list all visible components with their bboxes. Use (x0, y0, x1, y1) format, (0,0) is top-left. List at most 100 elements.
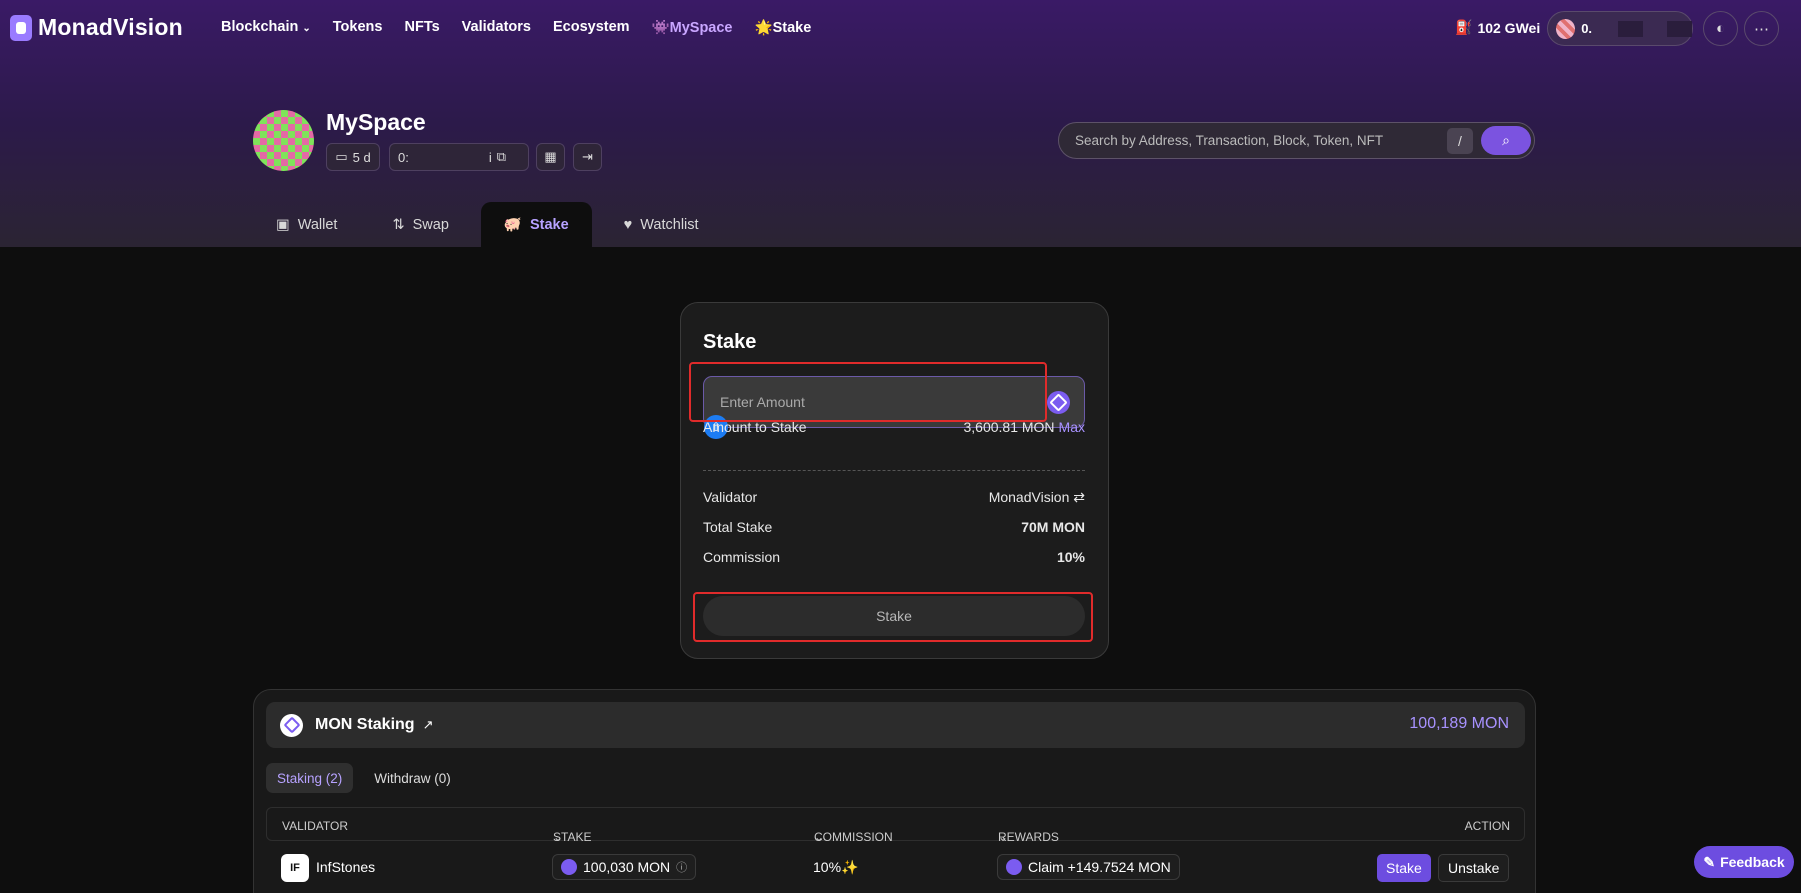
myspace-tabs: ▣ Wallet ⇅ Swap 🐖 Stake ♥ Watchlist (253, 202, 731, 247)
profile-address-suffix: i (488, 149, 492, 165)
total-stake-label: Total Stake (703, 519, 773, 535)
amount-to-stake-value-group: 3,600.81 MON Max (963, 419, 1085, 435)
sort-caret-icon: ⌄ (998, 830, 1009, 844)
sparkle-icon: 🌟 (754, 20, 773, 36)
redacted-address (1618, 20, 1644, 37)
nav-validators[interactable]: Validators (462, 19, 531, 36)
staking-total: 100,189 MON (1409, 715, 1509, 732)
validator-row: Validator MonadVision ⇄ (703, 489, 1085, 506)
calendar-icon: ▭ (335, 149, 348, 164)
amount-to-stake-label: Amount to Stake (703, 419, 807, 435)
claim-rewards-button[interactable]: Claim +149.7524 MON (997, 854, 1180, 880)
feedback-button[interactable]: ✎ Feedback (1694, 846, 1794, 878)
search-placeholder: Search by Address, Transaction, Block, T… (1075, 133, 1384, 148)
row-unstake-button[interactable]: Unstake (1438, 854, 1510, 882)
heart-icon: ♥ (623, 216, 633, 233)
nav-blockchain[interactable]: Blockchain ⌄ (221, 19, 311, 36)
piggy-bank-icon: 🐖 (503, 217, 522, 233)
search-shortcut-key: / (1447, 128, 1473, 154)
brand-name: MonadVision (38, 14, 183, 40)
highlight-stake-button (693, 592, 1093, 642)
qr-code-icon: ▦ (544, 149, 557, 164)
account-age-chip: ▭ 5 d (326, 143, 380, 171)
nav-tokens[interactable]: Tokens (333, 19, 383, 36)
table-header: VALIDATOR STAKE ⌄ COMMISSION ⌄ REWARDS ⌄… (266, 807, 1525, 844)
gas-price: ⛽ 102 GWei (1455, 19, 1540, 36)
more-menu-button[interactable]: ⋯ (1744, 11, 1779, 46)
nav-myspace[interactable]: 👾MySpace (652, 19, 733, 36)
tab-watchlist-label: Watchlist (640, 216, 699, 233)
validator-value: MonadVision (988, 489, 1070, 505)
stake-amount: 100,030 MON (583, 859, 671, 875)
validator-selector[interactable]: MonadVision ⇄ (989, 489, 1085, 506)
row-stake-button[interactable]: Stake (1377, 854, 1431, 882)
feedback-icon: ✎ (1703, 853, 1716, 870)
commission-label: Commission (703, 549, 781, 565)
mon-token-icon (280, 713, 303, 737)
total-stake-value: 70M MON (1021, 519, 1085, 535)
max-button[interactable]: Max (1059, 419, 1085, 435)
account-address: 0. (1581, 21, 1593, 36)
chevron-down-icon: ⌄ (302, 23, 311, 34)
commission-row: Commission 10% (703, 549, 1085, 565)
info-icon[interactable]: ⓘ (676, 859, 687, 875)
subtab-withdraw[interactable]: Withdraw (0) (363, 763, 462, 793)
sort-caret-icon: ⌄ (553, 830, 564, 844)
table-row: IF InfStones 100,030 MON ⓘ 10%✨ Claim +1… (266, 848, 1525, 888)
nav-blockchain-label: Blockchain (221, 19, 299, 35)
mon-token-icon (1047, 391, 1070, 414)
search-icon: ⌕ (1502, 132, 1510, 148)
subtab-staking[interactable]: Staking (2) (266, 763, 354, 793)
amount-to-stake-row: Amount to Stake 3,600.81 MON Max (703, 419, 1085, 435)
wallet-icon: ▣ (276, 216, 290, 233)
external-link-icon[interactable]: ↗ (423, 717, 434, 733)
contrast-icon: ◐ (1715, 20, 1726, 37)
profile-avatar (253, 110, 314, 171)
more-dots-icon: ⋯ (1754, 20, 1769, 38)
brand-logo[interactable]: MonadVision (10, 14, 183, 41)
staking-subtabs: Staking (2) Withdraw (0) (266, 763, 462, 793)
commission-value: 10% (1056, 549, 1085, 565)
nav-ecosystem[interactable]: Ecosystem (553, 19, 630, 36)
total-stake-row: Total Stake 70M MON (703, 519, 1085, 535)
tab-swap[interactable]: ⇅ Swap (369, 202, 471, 247)
validator-name[interactable]: InfStones (316, 859, 375, 875)
tab-wallet[interactable]: ▣ Wallet (253, 202, 360, 247)
profile-address: 0: (398, 149, 409, 165)
copy-icon[interactable]: ⧉ (497, 149, 506, 165)
main-nav: Blockchain ⌄ Tokens NFTs Validators Ecos… (221, 19, 833, 36)
switch-icon: ⇄ (1073, 489, 1085, 505)
logout-icon: ⇥ (582, 149, 593, 164)
col-action: ACTION (1464, 819, 1510, 833)
claim-rewards-label: Claim +149.7524 MON (1028, 859, 1171, 875)
amount-to-stake-value: 3,600.81 MON (963, 419, 1055, 435)
staking-panel-header: MON Staking ↗ 100,189 MON (266, 702, 1525, 748)
theme-toggle-button[interactable]: ◐ (1703, 11, 1738, 46)
col-validator: VALIDATOR (282, 819, 349, 833)
validator-label: Validator (703, 489, 758, 505)
account-age: 5 d (352, 149, 371, 165)
monadvision-logo-icon (10, 14, 32, 41)
search-button[interactable]: ⌕ (1481, 126, 1531, 155)
col-commission-label: COMMISSION (814, 830, 893, 844)
staking-panel: MON Staking ↗ 100,189 MON Staking (2) Wi… (253, 689, 1536, 893)
mon-token-icon (561, 859, 577, 875)
divider (703, 470, 1085, 471)
tab-stake[interactable]: 🐖 Stake (480, 202, 592, 247)
mon-token-icon (1006, 859, 1022, 875)
account-button[interactable]: 0. (1547, 11, 1693, 46)
sort-caret-icon: ⌄ (814, 830, 825, 844)
nav-stake-label: Stake (772, 20, 812, 36)
redacted-address-end (1667, 20, 1692, 37)
tab-watchlist[interactable]: ♥ Watchlist (601, 202, 722, 247)
stake-card-title: Stake (703, 331, 757, 353)
address-chip: 0: i ⧉ (389, 143, 529, 171)
nav-stake[interactable]: 🌟Stake (755, 19, 812, 36)
nav-nfts[interactable]: NFTs (404, 19, 439, 36)
page-title: MySpace (326, 109, 426, 135)
qr-code-button[interactable]: ▦ (536, 143, 565, 171)
gas-value: 102 GWei (1477, 19, 1541, 36)
gas-pump-icon: ⛽ (1455, 19, 1473, 35)
robot-icon: 👾 (651, 20, 670, 36)
logout-button[interactable]: ⇥ (573, 143, 602, 171)
